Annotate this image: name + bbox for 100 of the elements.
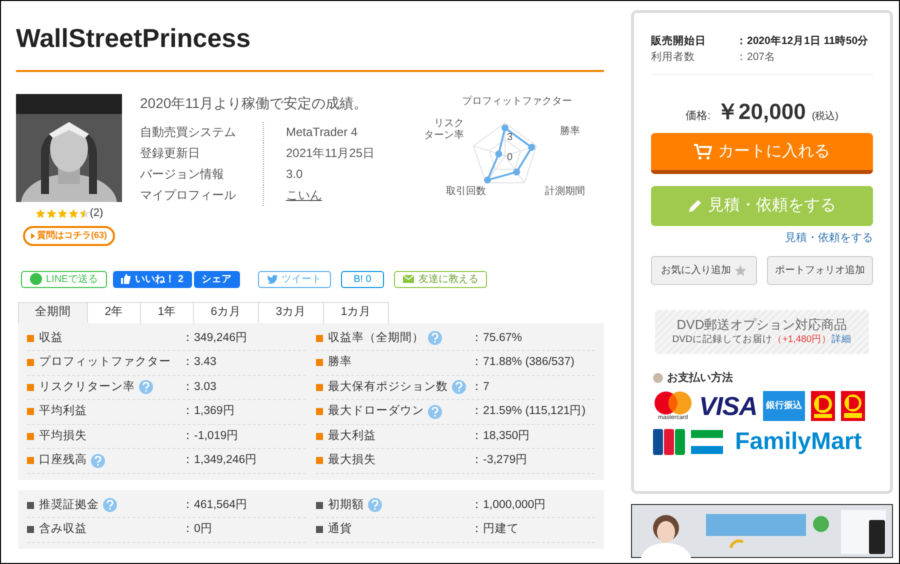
bullet-icon bbox=[316, 384, 323, 391]
stat-label: 勝率 bbox=[328, 354, 352, 370]
profile-link[interactable]: こいん bbox=[264, 185, 410, 206]
d-logo bbox=[811, 391, 836, 421]
info-value: 2021年11月25日 bbox=[285, 145, 376, 162]
period-tab[interactable]: 1カ月 bbox=[323, 302, 389, 322]
dvd-note: DVDに記録してお届け bbox=[672, 333, 772, 347]
star-icon bbox=[68, 208, 79, 219]
stat-value: ：349,246円 bbox=[182, 330, 249, 346]
price-label: 価格: bbox=[685, 109, 711, 124]
sale-value: ：207名 bbox=[736, 50, 776, 65]
info-label: マイプロフィール bbox=[140, 185, 264, 206]
info-label: 登録更新日 bbox=[140, 143, 264, 164]
quote-link[interactable]: 見積・依頼をする bbox=[785, 230, 873, 246]
stat-value: ：1,000,000円 bbox=[471, 498, 548, 513]
radar-axis-label: 取引回数 bbox=[446, 186, 486, 198]
stat-value: ：1,349,246円 bbox=[182, 453, 258, 468]
mail-icon bbox=[403, 275, 414, 283]
star-icon bbox=[56, 208, 68, 219]
dvd-title: DVD郵送オプション対応商品 bbox=[676, 316, 848, 333]
help-icon[interactable] bbox=[103, 498, 117, 512]
bank-transfer-logo: 銀行振込 bbox=[763, 391, 806, 421]
bullet-icon bbox=[27, 334, 34, 342]
sale-label: 販売開始日 bbox=[651, 34, 707, 49]
star-icon bbox=[734, 264, 747, 276]
details-link[interactable]: 詳細 bbox=[832, 333, 852, 347]
payment-heading: お支払い方法 bbox=[667, 370, 733, 386]
radar-point bbox=[528, 144, 536, 151]
stat-label: 最大利益 bbox=[328, 428, 376, 444]
familymart-stripes-icon bbox=[691, 430, 723, 454]
stat-label: 最大ドローダウン bbox=[328, 404, 424, 420]
bullet-icon bbox=[27, 359, 34, 366]
radar-tick-label: 0 bbox=[507, 153, 513, 163]
bird-icon bbox=[266, 274, 278, 284]
bullet-icon bbox=[316, 526, 323, 534]
radar-line bbox=[486, 126, 533, 182]
bullet-icon bbox=[653, 372, 663, 383]
stat-value: ：-1,019円 bbox=[182, 428, 240, 444]
stat-label: 最大保有ポジション数 bbox=[328, 380, 448, 395]
star-icon bbox=[78, 208, 90, 219]
stat-value: ：71.88% (386/537) bbox=[471, 355, 576, 370]
info-label: 自動売買システム bbox=[140, 122, 264, 143]
stat-label: 初期額 bbox=[328, 497, 364, 513]
dvd-price: （+1,480円） bbox=[772, 333, 832, 347]
bullet-icon bbox=[27, 526, 34, 534]
stat-value: ：7 bbox=[471, 380, 490, 395]
bullet-icon bbox=[316, 334, 323, 342]
bullet-icon bbox=[316, 457, 323, 464]
tell-friend-button[interactable]: 友達に教える bbox=[394, 270, 488, 288]
page-title: WallStreetPrincess bbox=[16, 22, 252, 55]
stat-value: ：1,369円 bbox=[182, 404, 236, 420]
help-icon[interactable] bbox=[91, 454, 105, 468]
sale-value: ：2020年12月1日 11時50分 bbox=[736, 34, 869, 49]
radar-point bbox=[502, 124, 508, 132]
pen-icon bbox=[688, 199, 702, 213]
stat-label: 最大損失 bbox=[328, 452, 376, 468]
help-icon[interactable] bbox=[428, 331, 442, 346]
stat-label: 推奨証拠金 bbox=[39, 498, 99, 513]
info-value: MetaTrader 4 bbox=[285, 124, 359, 141]
stat-label: 平均利益 bbox=[39, 404, 87, 420]
stat-label: 収益 bbox=[39, 330, 63, 346]
radar-axis-label: プロフィットファクター bbox=[462, 96, 572, 108]
help-icon[interactable] bbox=[452, 380, 466, 394]
familymart-logo: FamilyMart bbox=[735, 430, 862, 454]
jcb-logo bbox=[653, 429, 685, 455]
bookmark-button[interactable]: B! 0 bbox=[340, 270, 384, 288]
stat-value: ：75.67% bbox=[471, 330, 524, 346]
like-button[interactable]: いいね！ 2 bbox=[113, 270, 192, 288]
bullet-icon bbox=[27, 502, 34, 509]
star-icon bbox=[34, 208, 46, 219]
thumbs-up-icon bbox=[121, 274, 132, 284]
star-icon bbox=[46, 208, 57, 219]
stat-label: 口座残高 bbox=[39, 452, 87, 468]
radar-tick-label: 3 bbox=[507, 133, 513, 143]
stat-value: ：461,564円 bbox=[182, 498, 249, 513]
bullet-icon bbox=[316, 432, 323, 440]
help-icon[interactable] bbox=[139, 380, 153, 394]
help-icon[interactable] bbox=[428, 404, 442, 419]
price-amount: ￥20,000 bbox=[716, 98, 806, 126]
radar-grid bbox=[473, 122, 537, 184]
radar-axis-label: 勝率 bbox=[560, 126, 580, 138]
bullet-icon bbox=[27, 432, 34, 440]
radar-point bbox=[484, 176, 492, 184]
period-tab[interactable]: 全期間 bbox=[18, 302, 88, 322]
stat-value: ：3.03 bbox=[182, 380, 218, 395]
bullet-icon bbox=[316, 502, 323, 509]
favorite-button[interactable]: お気に入り追加 bbox=[651, 256, 757, 284]
stat-value: ：3.43 bbox=[182, 355, 218, 370]
stat-label: プロフィットファクター bbox=[39, 354, 171, 370]
d-logo bbox=[841, 391, 866, 421]
stat-value: ：21.59% (115,121円) bbox=[471, 404, 587, 420]
share-button[interactable]: シェア bbox=[194, 270, 240, 288]
help-icon[interactable] bbox=[368, 498, 382, 512]
summary-text: 2020年11月より稼働で安定の成績。 bbox=[140, 94, 369, 112]
stat-value: ：18,350円 bbox=[471, 428, 532, 444]
radar-point bbox=[513, 168, 520, 176]
bullet-icon bbox=[316, 408, 323, 416]
bullet-icon bbox=[27, 408, 34, 416]
stat-value: ：円建て bbox=[471, 522, 520, 538]
portfolio-button[interactable]: ポートフォリオ追加 bbox=[767, 256, 873, 284]
